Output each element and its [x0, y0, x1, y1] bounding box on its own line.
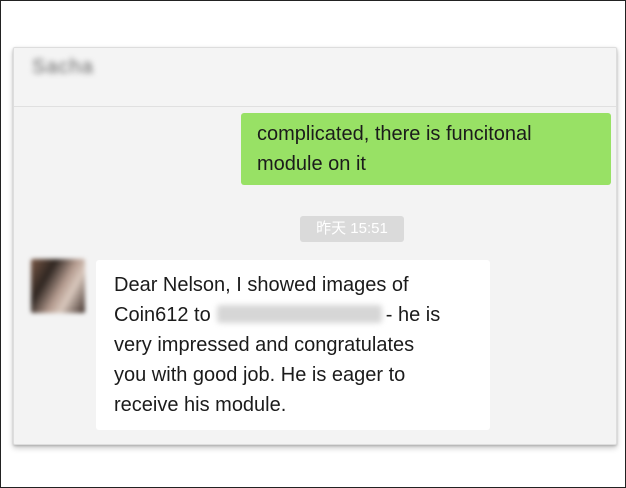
chat-window: Sacha complicated, there is funcitonal m… [13, 47, 617, 445]
message-line: Coin612 to - he is [114, 300, 472, 330]
incoming-message-bubble[interactable]: Dear Nelson, I showed images of Coin612 … [96, 260, 490, 430]
message-line: Dear Nelson, I showed images of [114, 274, 409, 296]
message-timestamp: 昨天 15:51 [300, 216, 404, 242]
chat-header: Sacha [14, 48, 616, 107]
message-text: Coin612 to [114, 304, 211, 326]
message-line: very impressed and congratulates [114, 334, 415, 356]
screenshot-frame: Sacha complicated, there is funcitonal m… [0, 0, 626, 488]
contact-name[interactable]: Sacha [32, 56, 94, 79]
contact-avatar[interactable] [31, 259, 85, 313]
message-line: receive his module. [114, 394, 287, 416]
message-line: module on it [257, 153, 366, 175]
message-text: - he is [385, 304, 441, 326]
message-line: complicated, there is funcitonal [257, 123, 532, 145]
redacted-name [216, 305, 382, 323]
message-line: you with good job. He is eager to [114, 364, 406, 386]
outgoing-message-bubble[interactable]: complicated, there is funcitonal module … [241, 113, 611, 185]
